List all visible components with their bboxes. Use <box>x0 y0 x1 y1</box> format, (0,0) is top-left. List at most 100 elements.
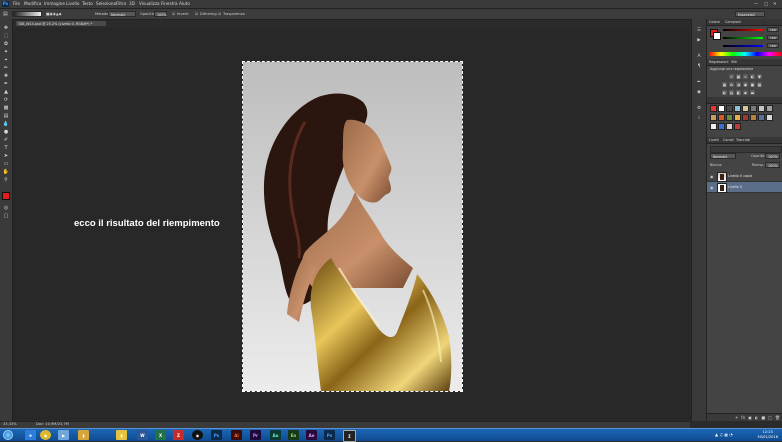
style-swatch[interactable] <box>726 105 733 112</box>
menu-filtro[interactable]: Filtro <box>116 1 126 6</box>
visibility-eye-icon[interactable]: ◉ <box>710 185 714 190</box>
minimize-icon[interactable]: — <box>754 1 758 6</box>
blue-slider[interactable] <box>723 45 763 47</box>
zoom-tool-icon[interactable]: ⚲ <box>2 177 10 183</box>
gradient-tool-icon[interactable]: ▤ <box>3 11 8 17</box>
type-tool-icon[interactable]: T <box>2 145 10 151</box>
menu-seleziona[interactable]: Seleziona <box>96 1 116 6</box>
levels-icon[interactable]: ▩ <box>736 74 741 79</box>
color-balance-icon[interactable]: ⚖ <box>729 82 734 87</box>
tab-stili[interactable]: Stili <box>731 60 737 64</box>
photoshop-taskbar-icon[interactable]: Ps <box>211 430 222 440</box>
sigma-icon[interactable]: Σ <box>343 430 356 442</box>
gradient-map-icon[interactable]: ▬ <box>750 90 755 95</box>
tray-icons[interactable]: ▲ ♫ ▦ ◔ <box>715 432 733 437</box>
quick-select-tool-icon[interactable]: ✦ <box>2 49 10 55</box>
visibility-eye-icon[interactable]: ◉ <box>710 174 714 179</box>
style-swatch[interactable] <box>710 123 717 130</box>
blue-value[interactable]: 168 <box>767 43 779 48</box>
fill-input[interactable]: 100% <box>765 162 780 168</box>
foreground-color-swatch[interactable] <box>2 192 10 200</box>
style-swatch[interactable] <box>718 114 725 121</box>
fx-icon[interactable]: fx <box>741 415 745 420</box>
word-icon[interactable]: W <box>137 430 148 440</box>
green-value[interactable]: 168 <box>767 35 779 40</box>
blend-mode-select[interactable]: Normale <box>710 153 736 159</box>
style-swatch[interactable] <box>750 105 757 112</box>
style-swatch[interactable] <box>734 105 741 112</box>
layer-opacity-input[interactable]: 100% <box>765 153 780 159</box>
filezilla-icon[interactable]: Z <box>173 430 184 440</box>
vibrance-icon[interactable]: ▼ <box>757 74 762 79</box>
tab-livelli[interactable]: Livelli <box>709 138 719 142</box>
gradient-tool-icon[interactable]: ▤ <box>2 113 10 119</box>
excel-icon[interactable]: X <box>155 430 166 440</box>
style-swatch[interactable] <box>726 114 733 121</box>
menu-immagine[interactable]: Immagine <box>44 1 65 6</box>
gradient-picker[interactable] <box>12 11 42 17</box>
color-spectrum[interactable] <box>709 52 781 56</box>
shape-tool-icon[interactable]: ▭ <box>2 161 10 167</box>
invert-icon[interactable]: ◐ <box>722 90 727 95</box>
brush-presets-icon[interactable]: ✒ <box>695 79 703 85</box>
menu-testo[interactable]: Testo <box>82 1 93 6</box>
layer-name[interactable]: Livello 0 copia <box>728 174 752 178</box>
transparency-checkbox[interactable]: ☑ <box>218 12 221 16</box>
selective-color-icon[interactable]: ▪ <box>743 90 748 95</box>
crop-tool-icon[interactable]: ⌖ <box>2 57 10 63</box>
mode-select[interactable]: Normale <box>108 11 136 17</box>
hue-saturation-icon[interactable]: ▦ <box>722 82 727 87</box>
paragraph-icon[interactable]: ¶ <box>695 63 703 69</box>
style-swatch[interactable] <box>742 114 749 121</box>
style-swatch[interactable] <box>750 114 757 121</box>
zoom-level[interactable]: 33,33% <box>3 422 17 426</box>
audition-icon[interactable]: Au <box>270 430 281 440</box>
eraser-tool-icon[interactable]: ▩ <box>2 105 10 111</box>
threshold-icon[interactable]: ◧ <box>736 90 741 95</box>
premiere-icon[interactable]: Pr <box>250 430 261 440</box>
menu-file[interactable]: File <box>13 1 20 6</box>
stamp-tool-icon[interactable]: ▲ <box>2 89 10 95</box>
red-value[interactable]: 168 <box>767 27 779 32</box>
style-swatch[interactable] <box>718 123 725 130</box>
style-swatch[interactable] <box>710 105 717 112</box>
folder-icon[interactable]: ▮ <box>78 430 89 440</box>
color-lookup-icon[interactable]: ▦ <box>757 82 762 87</box>
channel-mixer-icon[interactable]: ▣ <box>750 82 755 87</box>
tab-colore[interactable]: Colore <box>709 20 720 24</box>
style-swatch[interactable] <box>734 123 741 130</box>
properties-icon[interactable]: ⚙ <box>695 105 703 111</box>
style-swatch[interactable] <box>758 114 765 121</box>
invert-checkbox[interactable]: ☑ <box>172 12 175 16</box>
menu-livello[interactable]: Livello <box>66 1 79 6</box>
layer-name[interactable]: Livello 0 <box>728 185 742 189</box>
blur-tool-icon[interactable]: 💧 <box>2 121 10 127</box>
menu-3d[interactable]: 3D <box>129 1 135 6</box>
photoshop2-icon[interactable]: Ps <box>324 430 335 440</box>
eyedropper-tool-icon[interactable]: ✏ <box>2 65 10 71</box>
new-group-icon[interactable]: ■ <box>761 415 765 420</box>
healing-tool-icon[interactable]: ✚ <box>2 73 10 79</box>
pen-tool-icon[interactable]: ✐ <box>2 137 10 143</box>
trash-icon[interactable]: 🗑 <box>775 415 780 420</box>
actions-icon[interactable]: ▶ <box>695 37 703 43</box>
folder2-icon[interactable]: ▮ <box>116 430 127 440</box>
green-slider[interactable] <box>723 37 763 39</box>
move-tool-icon[interactable]: ✥ <box>2 25 10 31</box>
style-swatch[interactable] <box>766 114 773 121</box>
style-swatch[interactable] <box>758 105 765 112</box>
start-button-icon[interactable] <box>3 430 13 440</box>
style-swatch[interactable] <box>710 114 717 121</box>
encore-icon[interactable]: En <box>288 430 299 440</box>
tab-tracciati[interactable]: Tracciati <box>736 138 750 142</box>
chrome-icon[interactable]: ◉ <box>40 430 51 440</box>
new-layer-icon[interactable]: □ <box>768 415 772 420</box>
style-swatch[interactable] <box>734 114 741 121</box>
menu-visualizza[interactable]: Visualizza <box>139 1 160 6</box>
history-icon[interactable]: ☰ <box>695 27 703 33</box>
color-bg-swatch[interactable] <box>713 32 721 40</box>
obs-icon[interactable]: ◉ <box>192 430 203 440</box>
brush-tool-icon[interactable]: ✒ <box>2 81 10 87</box>
gradient-type-icons[interactable]: ■▣◉▲◆ <box>46 12 61 16</box>
marquee-tool-icon[interactable]: ⬚ <box>2 33 10 39</box>
